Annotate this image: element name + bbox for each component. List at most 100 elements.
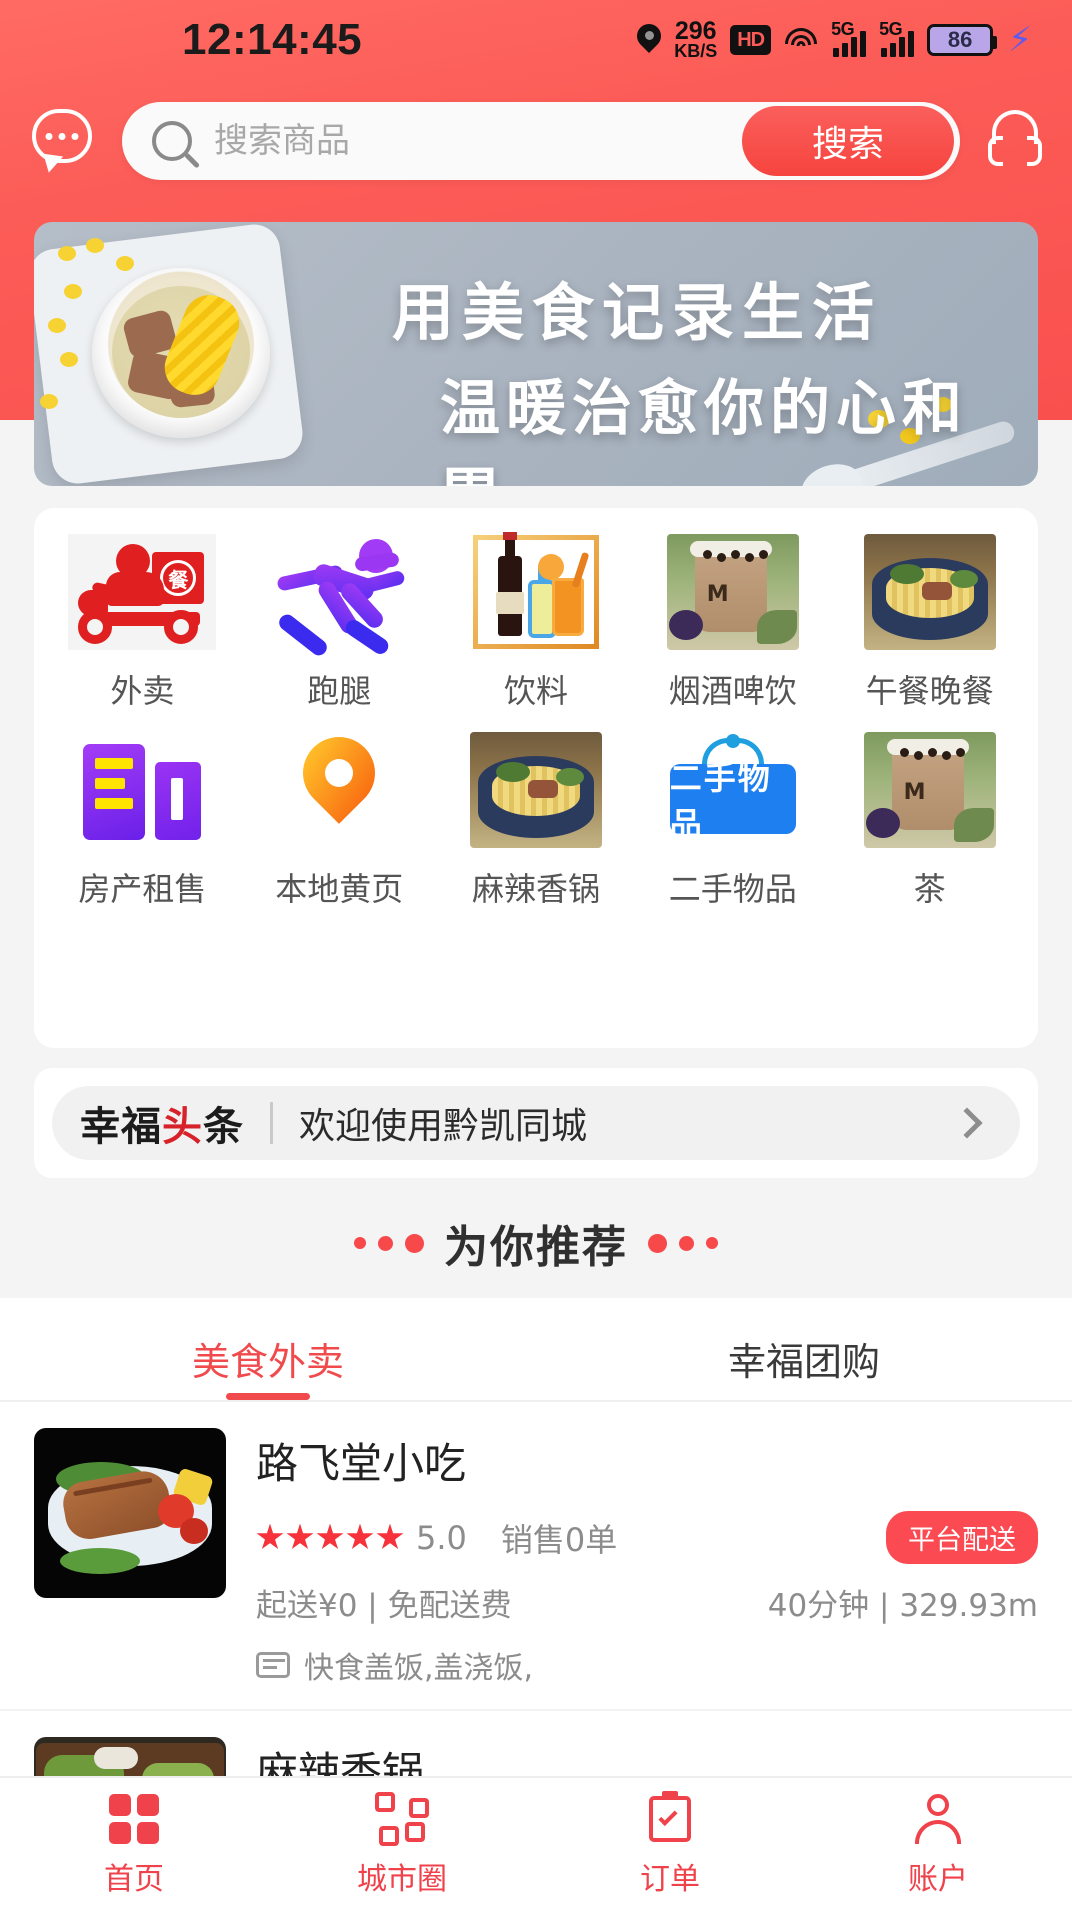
category-item-yinliao[interactable]: 饮料 [438, 532, 635, 712]
category-item-waimai[interactable]: 餐 外卖 [44, 532, 241, 712]
tabbar-item-city[interactable]: 城市圈 [268, 1792, 536, 1898]
news-brand-suffix: 条 [203, 1104, 244, 1150]
shop-thumbnail [34, 1428, 226, 1598]
status-bar-indicators: 296 KB/S HD 5G 5G 86 ⚡ [637, 16, 1032, 62]
category-label: 茶 [913, 870, 946, 908]
hd-voice-icon: HD [730, 25, 772, 55]
network-speed-unit: KB/S [674, 41, 718, 62]
signal-strength-2: 5G [879, 19, 915, 57]
hero-corn-kernel [40, 394, 58, 409]
shop-delivery-row: 起送¥0 | 免配送费 40分钟 | 329.93m [256, 1580, 1038, 1625]
search-icon [152, 121, 192, 161]
decorative-dots-right [648, 1233, 718, 1253]
category-item-wucanwancan[interactable]: 午餐晚餐 [831, 532, 1028, 712]
signal-1-label: 5G [831, 19, 855, 39]
hero-corn-kernel [60, 352, 78, 367]
category-icon-wrap [68, 730, 216, 850]
news-brand-prefix: 幸福 [80, 1104, 162, 1150]
headset-icon[interactable] [984, 108, 1046, 174]
category-icon-wrap [265, 532, 413, 659]
status-badge: 平台配送 [886, 1511, 1038, 1564]
shop-tags-row: 快食盖饭,盖浇饭, [256, 1643, 1038, 1687]
milk-tea-photo: M [863, 732, 996, 848]
buildings-icon [83, 736, 202, 844]
recommend-header: 为你推荐 [0, 1188, 1072, 1298]
sold-count: 销售0单 [500, 1520, 618, 1559]
category-item-fangchanzushou[interactable]: 房产租售 [44, 730, 241, 910]
shop-name: 路飞堂小吃 [256, 1439, 467, 1488]
tab-food-delivery[interactable]: 美食外卖 [0, 1331, 536, 1400]
rating-stars [256, 1523, 404, 1552]
news-banner-inner[interactable]: 幸福头条 欢迎使用黔凯同城 [52, 1086, 1020, 1160]
category-item-yanjiupiyin[interactable]: M 烟酒啤饮 [634, 532, 831, 712]
hero-corn-kernel [116, 256, 134, 271]
tabbar-label: 账户 [908, 1862, 968, 1897]
category-item-ershouwupin[interactable]: 二手物品 二手物品 [634, 730, 831, 910]
menu-tag-icon [256, 1652, 290, 1678]
tabbar-item-account[interactable]: 账户 [804, 1792, 1072, 1898]
shop-tabs: 美食外卖 幸福团购 [0, 1298, 1072, 1402]
category-card: 餐 外卖 跑腿 饮料 M 烟酒啤饮 午餐晚餐 房产租售 本地黄页 麻辣香锅 二手… [34, 508, 1038, 1048]
eta-distance-text: 40分钟 | 329.93m [767, 1588, 1038, 1624]
signal-strength-1: 5G [831, 19, 867, 57]
search-input[interactable] [214, 121, 742, 161]
category-icon-wrap: 餐 [68, 532, 217, 652]
tab-label: 美食外卖 [191, 1340, 344, 1384]
battery-level: 86 [947, 27, 973, 52]
news-banner[interactable]: 幸福头条 欢迎使用黔凯同城 [34, 1068, 1038, 1178]
battery-indicator: 86 [927, 24, 998, 56]
status-bar: 12:14:45 296 KB/S HD 5G 5G 86 ⚡ [0, 0, 1072, 80]
bottom-tab-bar: 首页 城市圈 订单 账户 [0, 1776, 1072, 1912]
category-label: 跑腿 [307, 672, 372, 710]
category-item-paotui[interactable]: 跑腿 [241, 532, 438, 712]
category-item-malaxiangguo[interactable]: 麻辣香锅 [438, 730, 635, 910]
app-root: 12:14:45 296 KB/S HD 5G 5G 86 ⚡ 搜索商品 搜索 … [0, 0, 1072, 1912]
shop-rating-row: 5.0 销售0单 平台配送 [256, 1511, 1038, 1564]
shop-info: 路飞堂小吃 5.0 销售0单 平台配送 起送¥0 | 免配送费 40分钟 | 3… [256, 1428, 1038, 1687]
news-brand-highlight: 头 [162, 1104, 203, 1150]
search-button[interactable]: 搜索 [742, 106, 954, 176]
clipboard-check-icon [643, 1791, 697, 1846]
shop-tags: 快食盖饭,盖浇饭, [304, 1651, 534, 1686]
news-brand: 幸福头条 [80, 1094, 244, 1152]
location-pin-icon [637, 24, 661, 56]
noodle-bowl-photo [469, 732, 602, 848]
tabbar-label: 首页 [104, 1862, 164, 1897]
runner-icon [276, 537, 406, 659]
category-label: 外卖 [110, 672, 175, 710]
category-icon-wrap [462, 532, 610, 652]
hero-corn-kernel [64, 284, 82, 299]
user-account-icon [911, 1792, 965, 1846]
search-row: 搜索 [0, 95, 1072, 187]
noodle-bowl-photo [863, 534, 996, 650]
tab-group-buy[interactable]: 幸福团购 [536, 1331, 1072, 1400]
category-label: 麻辣香锅 [471, 870, 600, 908]
tabbar-label: 订单 [640, 1862, 700, 1897]
delivery-scooter-icon: 餐 [68, 534, 217, 650]
map-pin-icon [288, 722, 391, 845]
category-label: 午餐晚餐 [865, 672, 994, 710]
tabbar-item-home[interactable]: 首页 [0, 1792, 268, 1898]
second-hand-sign-icon: 二手物品 [666, 734, 800, 843]
search-box[interactable]: 搜索 [122, 102, 960, 180]
tabbar-item-orders[interactable]: 订单 [536, 1791, 804, 1898]
chevron-right-icon[interactable] [951, 1107, 983, 1139]
chat-bubble-icon[interactable] [26, 109, 98, 175]
hero-banner[interactable]: 用美食记录生活 温暖治愈你的心和胃 [34, 222, 1038, 486]
hero-corn-kernel [48, 318, 66, 333]
category-icon-wrap [462, 730, 610, 850]
lightning-bolt-icon: ⚡ [1008, 21, 1032, 59]
category-icon-wrap: 二手物品 [659, 730, 807, 850]
shop-list-item[interactable]: 路飞堂小吃 5.0 销售0单 平台配送 起送¥0 | 免配送费 40分钟 | 3… [0, 1402, 1072, 1711]
decorative-dots-left [354, 1233, 424, 1253]
category-item-cha[interactable]: M 茶 [831, 730, 1028, 910]
category-label: 房产租售 [78, 870, 207, 908]
network-speed-value: 296 [674, 16, 717, 45]
category-item-bendihuangye[interactable]: 本地黄页 [241, 722, 438, 910]
hero-corn-kernel [86, 238, 104, 253]
category-icon-wrap [856, 532, 1004, 652]
second-hand-sign-text: 二手物品 [669, 759, 772, 843]
recommend-title: 为你推荐 [444, 1222, 628, 1273]
delivery-fee-text: 起送¥0 | 免配送费 [256, 1588, 512, 1624]
hero-headline-line1: 用美食记录生活 [392, 276, 883, 349]
